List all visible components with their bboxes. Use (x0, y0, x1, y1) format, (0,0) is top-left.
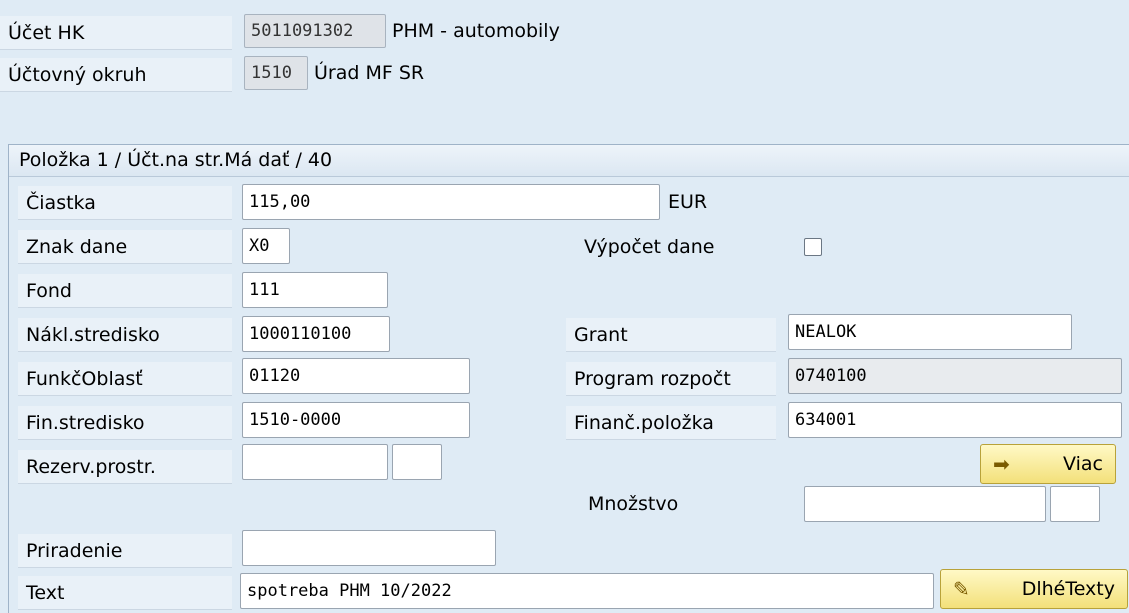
currency-label: EUR (668, 191, 708, 213)
more-button-label: Viac (1063, 453, 1103, 475)
text-label: Text (26, 582, 65, 604)
account-label-box: Účet HK (0, 16, 232, 50)
text-input[interactable]: spotreba PHM 10/2022 (240, 573, 934, 609)
tax-calc-checkbox[interactable] (804, 238, 822, 256)
company-label-box: Účtovný okruh (0, 58, 232, 92)
assignment-label-box: Priradenie (18, 534, 232, 568)
text-label-box: Text (18, 576, 232, 610)
fin-center-input[interactable]: 1510-0000 (242, 402, 470, 438)
func-area-label-box: FunkčOblasť (18, 362, 232, 396)
account-label: Účet HK (8, 22, 85, 44)
reserve-input[interactable] (242, 444, 388, 480)
quantity-label: Množstvo (588, 493, 679, 515)
grant-label: Grant (574, 324, 628, 346)
tax-code-label-box: Znak dane (18, 230, 232, 264)
tax-calc-label: Výpočet dane (584, 236, 715, 258)
quantity-input[interactable] (804, 486, 1046, 522)
program-label-box: Program rozpočt (566, 362, 776, 396)
cost-center-input[interactable]: 1000110100 (242, 316, 390, 352)
fin-center-label: Fin.stredisko (26, 412, 145, 434)
cost-center-label: Nákl.stredisko (26, 324, 160, 346)
func-area-label: FunkčOblasť (26, 368, 143, 390)
fin-item-label-box: Finanč.položka (566, 406, 776, 440)
fund-input[interactable]: 111 (242, 272, 388, 308)
fin-item-input[interactable]: 634001 (788, 402, 1122, 438)
assignment-input[interactable] (242, 530, 496, 566)
company-name: Úrad MF SR (314, 62, 425, 84)
more-button[interactable]: ➡ Viac (980, 444, 1116, 484)
quantity-unit-input[interactable] (1050, 486, 1100, 522)
reserve-item-input[interactable] (392, 444, 442, 480)
fin-item-label: Finanč.položka (574, 412, 714, 434)
fund-label: Fond (26, 280, 72, 302)
long-texts-button-label: DlhéTexty (1021, 578, 1115, 600)
arrow-right-icon: ➡ (993, 452, 1010, 476)
program-label: Program rozpočt (574, 368, 731, 390)
grant-label-box: Grant (566, 318, 776, 352)
pencil-icon: ✎ (953, 577, 970, 601)
fin-center-label-box: Fin.stredisko (18, 406, 232, 440)
func-area-input[interactable]: 01120 (242, 358, 470, 394)
long-texts-button[interactable]: ✎ DlhéTexty (940, 569, 1128, 609)
item-group-title: Položka 1 / Účt.na str.Má dať / 40 (9, 145, 1129, 177)
tax-code-label: Znak dane (26, 236, 128, 258)
assignment-label: Priradenie (26, 540, 123, 562)
company-code-field: 1510 (244, 56, 308, 90)
fund-label-box: Fond (18, 274, 232, 308)
grant-input[interactable]: NEALOK (788, 314, 1072, 350)
account-code-field: 5011091302 (244, 14, 386, 48)
reserve-label-box: Rezerv.prostr. (18, 450, 232, 484)
amount-label: Čiastka (26, 192, 96, 214)
company-label: Účtovný okruh (8, 64, 147, 86)
amount-input[interactable]: 115,00 (242, 184, 660, 220)
account-name: PHM - automobily (392, 20, 560, 42)
tax-code-input[interactable]: X0 (242, 228, 290, 264)
reserve-label: Rezerv.prostr. (26, 456, 156, 478)
program-field: 0740100 (788, 358, 1122, 394)
amount-label-box: Čiastka (18, 186, 232, 220)
cost-center-label-box: Nákl.stredisko (18, 318, 232, 352)
